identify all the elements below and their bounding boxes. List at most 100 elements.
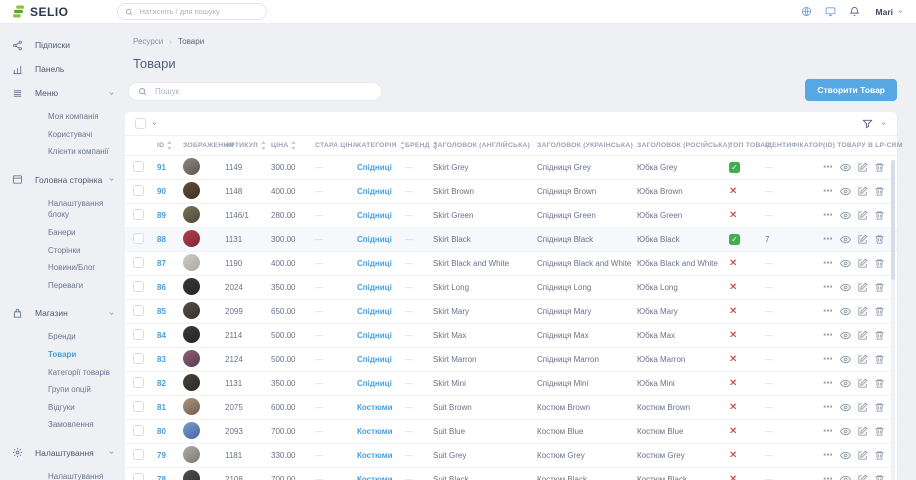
row-checkbox[interactable]	[133, 281, 144, 292]
product-image[interactable]	[183, 446, 200, 463]
select-menu-chevron-icon[interactable]	[151, 120, 158, 127]
row-id-link[interactable]: 87	[157, 259, 166, 268]
row-id-link[interactable]: 78	[157, 475, 166, 480]
sidebar-subitem[interactable]: Налаштування магазину	[48, 468, 119, 480]
sidebar-subitem[interactable]: Переваги	[48, 277, 119, 295]
product-image[interactable]	[183, 422, 200, 439]
sidebar-item-homepage[interactable]: Головна сторінка	[0, 171, 125, 189]
row-checkbox[interactable]	[133, 233, 144, 244]
view-button[interactable]	[840, 306, 851, 317]
edit-button[interactable]	[857, 426, 868, 437]
column-header-price[interactable]: ЦІНА	[271, 141, 315, 150]
delete-button[interactable]	[874, 402, 885, 413]
delete-button[interactable]	[874, 234, 885, 245]
category-link[interactable]: Спідниці	[357, 331, 392, 340]
category-link[interactable]: Костюми	[357, 475, 393, 480]
create-product-button[interactable]: Створити Товар	[805, 79, 897, 101]
view-button[interactable]	[840, 378, 851, 389]
column-header-id[interactable]: ID	[157, 141, 183, 150]
products-search[interactable]	[128, 82, 382, 101]
row-id-link[interactable]: 82	[157, 379, 166, 388]
sidebar-subitem[interactable]: Налаштування блоку	[48, 195, 119, 224]
row-id-link[interactable]: 83	[157, 355, 166, 364]
column-header-article[interactable]: АРТИКУЛ	[225, 141, 271, 150]
sort-icon[interactable]	[400, 141, 405, 150]
sort-icon[interactable]	[261, 141, 266, 150]
row-checkbox[interactable]	[133, 209, 144, 220]
notifications-bell-icon[interactable]	[849, 6, 860, 17]
delete-button[interactable]	[874, 378, 885, 389]
product-image[interactable]	[183, 206, 200, 223]
sidebar-item-dashboard[interactable]: Панель	[0, 60, 125, 78]
sidebar-subitem[interactable]: Моя компанія	[48, 108, 119, 126]
product-image[interactable]	[183, 350, 200, 367]
global-search-input[interactable]	[138, 6, 259, 17]
sidebar-subitem[interactable]: Товари	[48, 346, 119, 364]
column-header-category[interactable]: КАТЕГОРІЯ	[357, 141, 405, 150]
delete-button[interactable]	[874, 210, 885, 221]
sidebar-subitem[interactable]: Банери	[48, 224, 119, 242]
row-id-link[interactable]: 90	[157, 187, 166, 196]
product-image[interactable]	[183, 278, 200, 295]
view-button[interactable]	[840, 474, 851, 480]
row-id-link[interactable]: 85	[157, 307, 166, 316]
category-link[interactable]: Костюми	[357, 451, 393, 460]
row-checkbox[interactable]	[133, 257, 144, 268]
delete-button[interactable]	[874, 354, 885, 365]
products-search-input[interactable]	[153, 86, 372, 97]
delete-button[interactable]	[874, 162, 885, 173]
category-link[interactable]: Спідниці	[357, 283, 392, 292]
category-link[interactable]: Спідниці	[357, 211, 392, 220]
category-link[interactable]: Костюми	[357, 427, 393, 436]
category-link[interactable]: Спідниці	[357, 355, 392, 364]
row-checkbox[interactable]	[133, 305, 144, 316]
edit-button[interactable]	[857, 234, 868, 245]
view-button[interactable]	[840, 186, 851, 197]
sort-icon[interactable]	[291, 141, 296, 150]
delete-button[interactable]	[874, 450, 885, 461]
delete-button[interactable]	[874, 282, 885, 293]
category-link[interactable]: Спідниці	[357, 379, 392, 388]
delete-button[interactable]	[874, 306, 885, 317]
category-link[interactable]: Спідниці	[357, 163, 392, 172]
row-checkbox[interactable]	[133, 377, 144, 388]
edit-button[interactable]	[857, 282, 868, 293]
sidebar-subitem[interactable]: Групи опцій	[48, 381, 119, 399]
sidebar-subitem[interactable]: Замовлення	[48, 416, 119, 434]
category-link[interactable]: Спідниці	[357, 307, 392, 316]
sidebar-item-shop[interactable]: Магазин	[0, 304, 125, 322]
row-checkbox[interactable]	[133, 473, 144, 480]
column-header-brand[interactable]: БРЕНД	[405, 141, 433, 150]
row-id-link[interactable]: 91	[157, 163, 166, 172]
sidebar-item-settings[interactable]: Налаштування	[0, 444, 125, 462]
sidebar-subitem[interactable]: Відгуки	[48, 399, 119, 417]
delete-button[interactable]	[874, 474, 885, 480]
desktop-icon[interactable]	[825, 6, 836, 17]
product-image[interactable]	[183, 326, 200, 343]
edit-button[interactable]	[857, 186, 868, 197]
view-button[interactable]	[840, 330, 851, 341]
delete-button[interactable]	[874, 186, 885, 197]
row-id-link[interactable]: 81	[157, 403, 166, 412]
global-search[interactable]	[117, 3, 267, 20]
row-id-link[interactable]: 84	[157, 331, 166, 340]
edit-button[interactable]	[857, 330, 868, 341]
edit-button[interactable]	[857, 474, 868, 480]
edit-button[interactable]	[857, 450, 868, 461]
view-button[interactable]	[840, 450, 851, 461]
edit-button[interactable]	[857, 378, 868, 389]
edit-button[interactable]	[857, 402, 868, 413]
row-checkbox[interactable]	[133, 401, 144, 412]
product-image[interactable]	[183, 230, 200, 247]
edit-button[interactable]	[857, 210, 868, 221]
edit-button[interactable]	[857, 258, 868, 269]
delete-button[interactable]	[874, 330, 885, 341]
category-link[interactable]: Костюми	[357, 403, 393, 412]
product-image[interactable]	[183, 182, 200, 199]
filter-chevron-icon[interactable]	[880, 120, 887, 127]
product-image[interactable]	[183, 374, 200, 391]
view-button[interactable]	[840, 210, 851, 221]
product-image[interactable]	[183, 470, 200, 480]
row-checkbox[interactable]	[133, 449, 144, 460]
sidebar-subitem[interactable]: Новини/Блог	[48, 259, 119, 277]
